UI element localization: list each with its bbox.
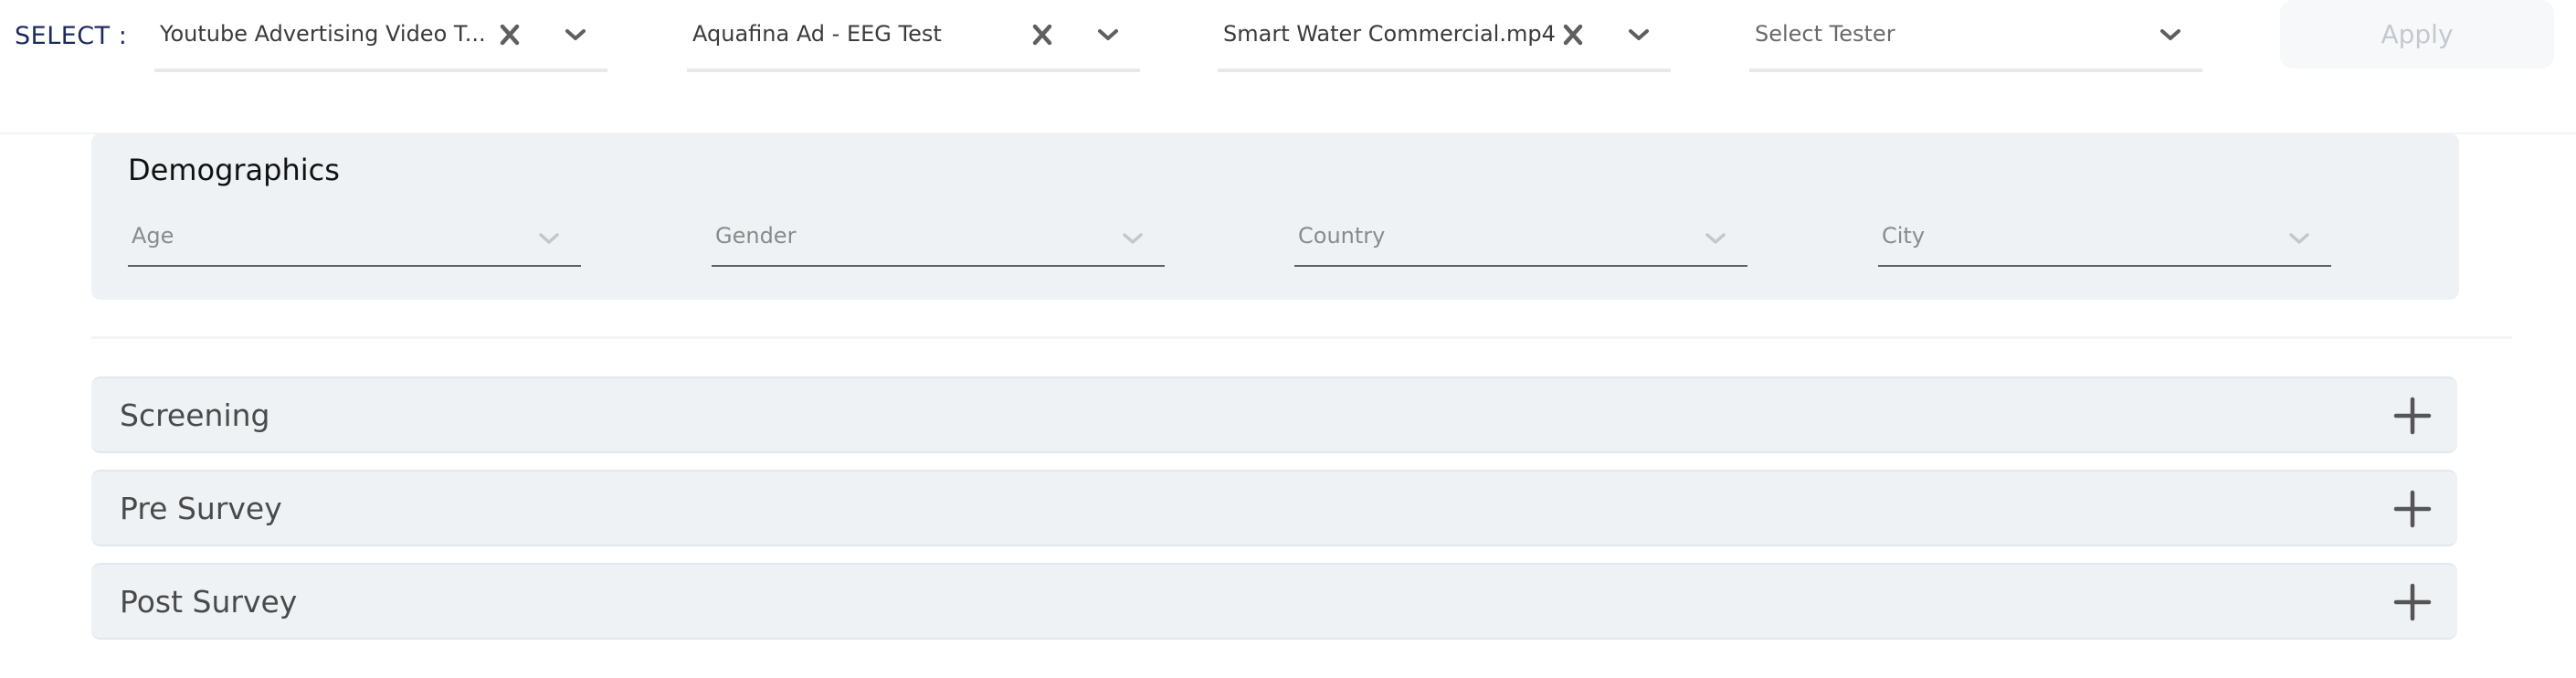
- demographics-title: Demographics: [128, 153, 340, 187]
- tester-select[interactable]: Select Tester: [1749, 0, 2202, 72]
- country-select-label: Country: [1298, 223, 1386, 249]
- video-select-3-value: Smart Water Commercial.mp4: [1223, 21, 1556, 47]
- plus-icon[interactable]: [2393, 397, 2432, 435]
- select-label: SELECT :: [15, 22, 128, 50]
- city-select-label: City: [1882, 223, 1926, 249]
- video-select-1-value: Youtube Advertising Video T...: [160, 21, 486, 47]
- chevron-down-icon: [535, 225, 563, 252]
- age-select-label: Age: [132, 223, 174, 249]
- video-select-1[interactable]: Youtube Advertising Video T...: [154, 0, 607, 72]
- age-select[interactable]: Age: [128, 207, 581, 267]
- country-select[interactable]: Country: [1294, 207, 1747, 267]
- chevron-down-icon: [1702, 225, 1729, 252]
- city-select[interactable]: City: [1878, 207, 2331, 267]
- accordion-screening[interactable]: Screening: [91, 376, 2457, 453]
- gender-select-label: Gender: [715, 223, 797, 249]
- accordion-title: Pre Survey: [120, 491, 282, 526]
- tester-select-placeholder: Select Tester: [1755, 21, 1895, 47]
- chevron-down-icon[interactable]: [2156, 20, 2185, 49]
- accordion-title: Post Survey: [120, 584, 298, 620]
- close-x-icon[interactable]: [1558, 20, 1588, 49]
- accordion-post-survey[interactable]: Post Survey: [91, 563, 2457, 640]
- plus-icon[interactable]: [2393, 583, 2432, 621]
- filter-bar: SELECT : Youtube Advertising Video T... …: [0, 0, 2576, 134]
- chevron-down-icon: [1119, 225, 1146, 252]
- chevron-down-icon[interactable]: [561, 20, 590, 49]
- close-x-icon[interactable]: [495, 20, 524, 49]
- close-x-icon[interactable]: [1028, 20, 1057, 49]
- apply-button[interactable]: Apply: [2280, 0, 2554, 69]
- accordion-title: Screening: [120, 397, 270, 433]
- chevron-down-icon[interactable]: [1093, 20, 1123, 49]
- video-select-2-value: Aquafina Ad - EEG Test: [692, 21, 942, 47]
- accordion-pre-survey[interactable]: Pre Survey: [91, 470, 2457, 546]
- video-select-2[interactable]: Aquafina Ad - EEG Test: [687, 0, 1140, 72]
- chevron-down-icon[interactable]: [1624, 20, 1653, 49]
- chevron-down-icon: [2286, 225, 2313, 252]
- gender-select[interactable]: Gender: [712, 207, 1165, 267]
- demographics-panel: Demographics Age Gender Country City: [91, 133, 2459, 300]
- video-select-3[interactable]: Smart Water Commercial.mp4: [1218, 0, 1671, 72]
- section-divider: [91, 336, 2512, 339]
- plus-icon[interactable]: [2393, 490, 2432, 528]
